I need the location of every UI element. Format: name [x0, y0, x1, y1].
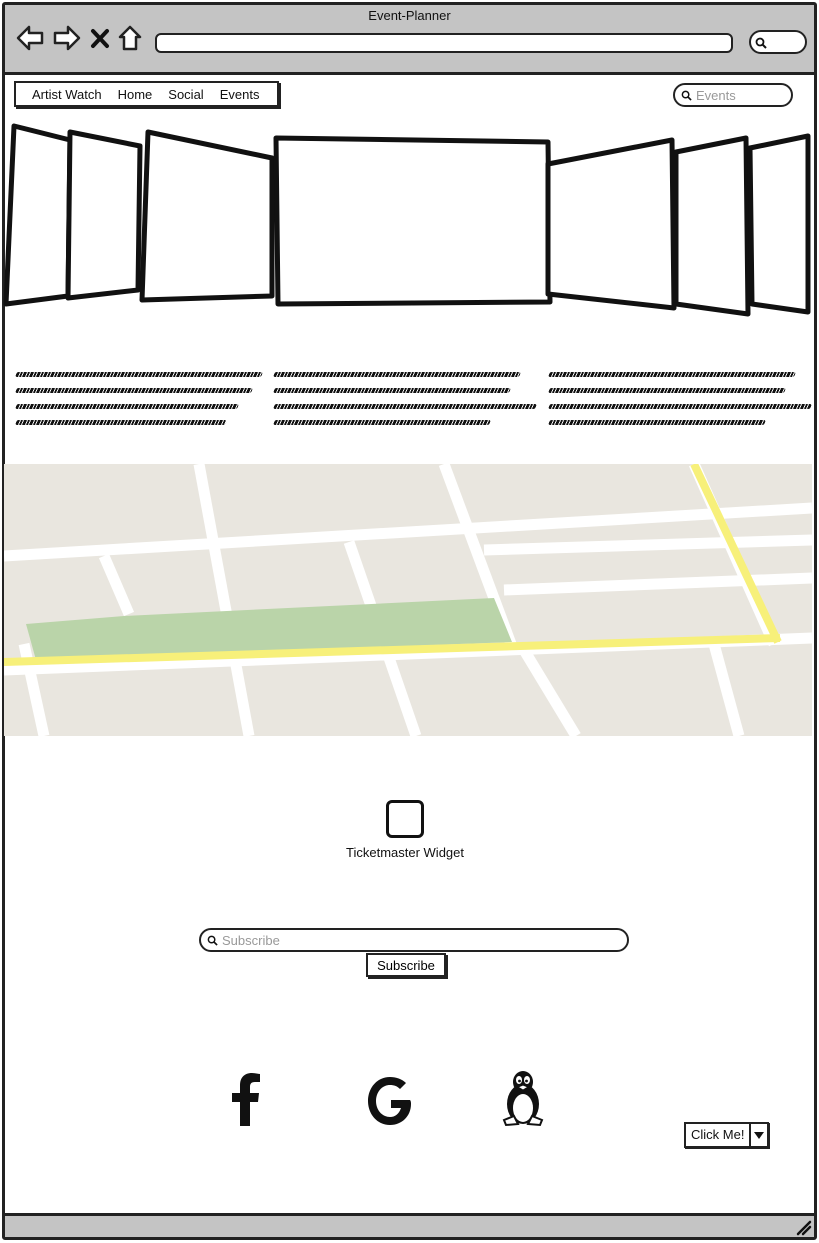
home-icon[interactable] [117, 23, 143, 53]
dropdown-arrow[interactable] [749, 1124, 767, 1146]
main-menu: Artist Watch Home Social Events [14, 81, 280, 107]
search-icon [755, 37, 767, 49]
text-block [273, 372, 537, 436]
menu-item-home[interactable]: Home [110, 87, 161, 102]
linux-icon[interactable] [498, 1068, 548, 1128]
events-search-input[interactable] [696, 87, 791, 103]
chevron-down-icon [754, 1131, 765, 1139]
menu-item-artist-watch[interactable]: Artist Watch [26, 87, 110, 102]
facebook-icon[interactable] [222, 1068, 272, 1128]
carousel-slide[interactable] [747, 133, 811, 315]
browser-chrome: Event-Planner [5, 5, 814, 75]
click-me-split-button: Click Me! [684, 1122, 770, 1148]
carousel-slide[interactable] [545, 137, 677, 311]
resize-grip-icon[interactable] [794, 1218, 812, 1236]
text-block [548, 372, 812, 436]
back-arrow-icon[interactable] [15, 23, 45, 53]
menu-item-events[interactable]: Events [212, 87, 268, 102]
subscribe-button[interactable]: Subscribe [366, 953, 446, 977]
image-carousel[interactable] [0, 118, 815, 323]
carousel-slide[interactable] [3, 123, 73, 307]
carousel-slide[interactable] [139, 129, 275, 303]
search-icon [207, 935, 218, 946]
carousel-slide-active[interactable] [273, 135, 553, 307]
stop-icon[interactable] [89, 23, 111, 53]
carousel-slide[interactable] [65, 129, 143, 301]
click-me-button[interactable]: Click Me! [686, 1124, 749, 1146]
browser-search-field[interactable] [749, 30, 807, 54]
subscribe-input[interactable] [222, 932, 627, 948]
status-bar [5, 1213, 814, 1237]
google-icon[interactable] [366, 1068, 416, 1128]
forward-arrow-icon[interactable] [52, 23, 82, 53]
subscribe-field [199, 928, 629, 952]
widget-label: Ticketmaster Widget [346, 845, 464, 860]
window-title: Event-Planner [368, 8, 451, 23]
search-icon [681, 90, 692, 101]
events-search [673, 83, 793, 107]
text-block [15, 372, 266, 436]
ticketmaster-widget[interactable]: Ticketmaster Widget [330, 800, 480, 860]
menu-item-social[interactable]: Social [160, 87, 211, 102]
widget-icon [386, 800, 424, 838]
map[interactable] [4, 464, 812, 736]
carousel-slide[interactable] [673, 135, 751, 317]
url-bar[interactable] [155, 33, 733, 53]
